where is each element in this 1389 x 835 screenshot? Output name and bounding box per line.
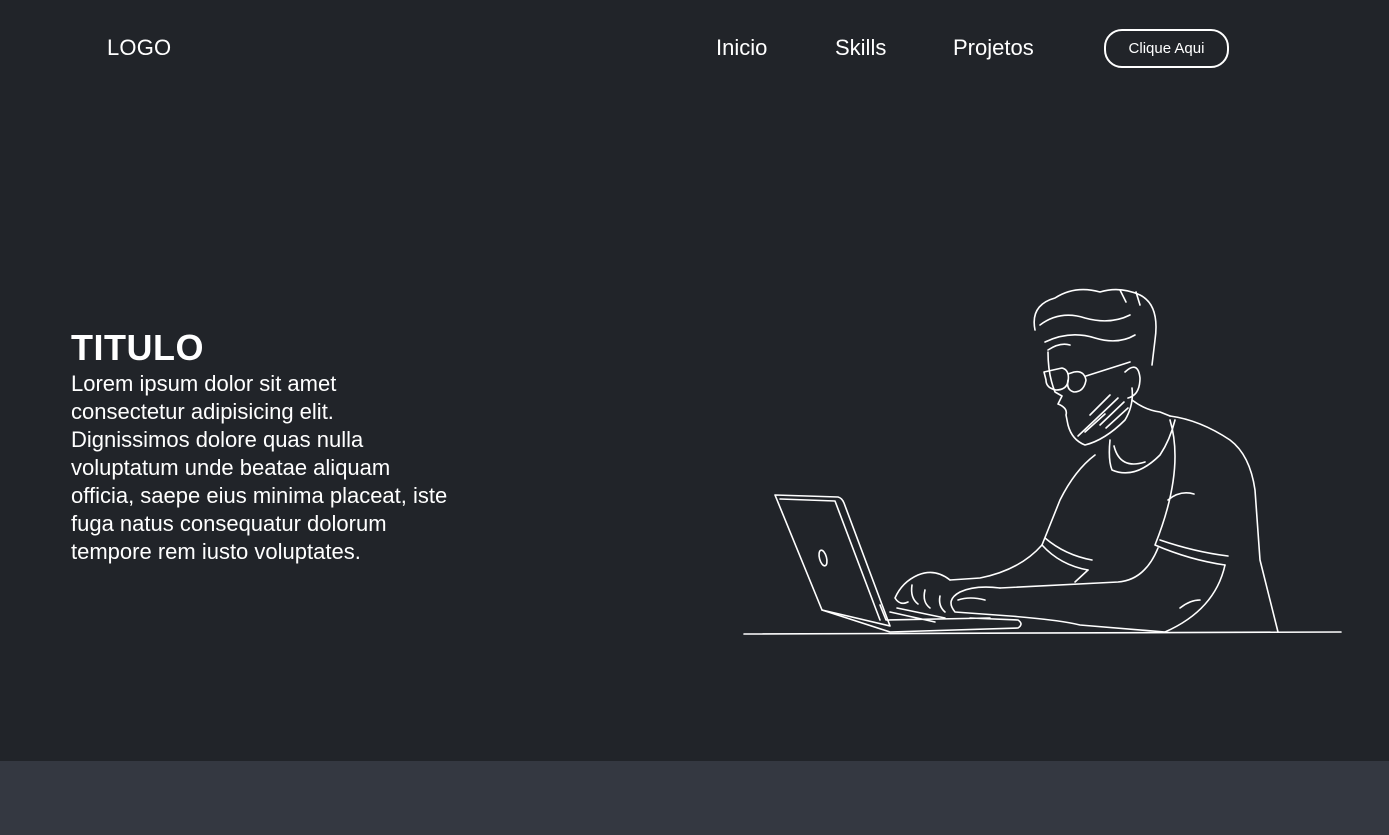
hero-description: Lorem ipsum dolor sit amet consectetur a… xyxy=(71,371,448,564)
nav-link-skills[interactable]: Skills xyxy=(835,34,886,62)
nav-link-projetos[interactable]: Projetos xyxy=(953,34,1034,62)
hero-title: TITULO xyxy=(71,327,204,368)
next-section xyxy=(0,761,1389,835)
nav-link-inicio[interactable]: Inicio xyxy=(716,34,767,62)
hero-section: LOGO Inicio Skills Projetos Clique Aqui … xyxy=(0,0,1389,761)
logo[interactable]: LOGO xyxy=(107,34,171,62)
cta-button[interactable]: Clique Aqui xyxy=(1104,29,1229,68)
developer-at-laptop-illustration xyxy=(743,288,1342,635)
